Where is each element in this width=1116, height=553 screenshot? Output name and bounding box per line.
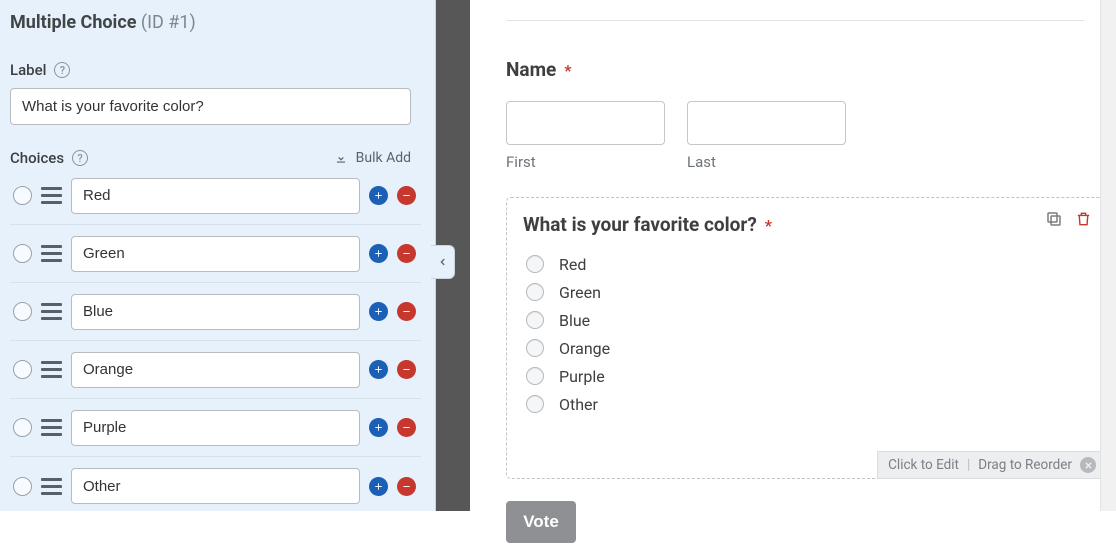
label-heading: Label [10,61,46,79]
option-row[interactable]: Blue [526,306,1090,334]
divider [506,20,1084,21]
drag-handle-icon[interactable] [41,476,62,497]
default-radio[interactable] [13,186,32,205]
option-label: Green [559,283,601,302]
first-sublabel: First [506,153,665,171]
remove-choice-button[interactable] [397,360,416,379]
option-label: Blue [559,311,590,330]
default-radio[interactable] [13,360,32,379]
radio-icon [526,311,544,329]
name-label: Name [506,58,556,81]
close-icon[interactable] [1080,457,1096,473]
radio-icon [526,395,544,413]
choice-row [10,225,421,283]
first-name-input[interactable] [506,101,665,145]
add-choice-button[interactable] [369,477,388,496]
label-heading-row: Label ? [10,61,422,79]
option-row[interactable]: Orange [526,334,1090,362]
radio-icon [526,367,544,385]
add-choice-button[interactable] [369,360,388,379]
drag-handle-icon[interactable] [41,185,62,206]
remove-choice-button[interactable] [397,186,416,205]
bulk-add-button[interactable]: Bulk Add [334,150,411,166]
choice-row [10,167,421,225]
submit-button[interactable]: Vote [506,501,576,543]
add-choice-button[interactable] [369,244,388,263]
option-row[interactable]: Other [526,390,1090,418]
choice-row [10,341,421,399]
help-icon[interactable]: ? [72,150,88,166]
drag-handle-icon[interactable] [41,359,62,380]
remove-choice-button[interactable] [397,418,416,437]
add-choice-button[interactable] [369,186,388,205]
multiple-choice-field[interactable]: What is your favorite color? * Red Green… [506,197,1107,479]
duplicate-icon[interactable] [1045,210,1063,232]
label-input[interactable] [10,88,411,125]
choice-row [10,283,421,341]
trash-icon[interactable] [1075,210,1092,232]
choice-input[interactable] [71,352,360,388]
choice-input[interactable] [71,236,360,272]
remove-choice-button[interactable] [397,244,416,263]
choice-input[interactable] [71,410,360,446]
choice-input[interactable] [71,294,360,330]
default-radio[interactable] [13,244,32,263]
remove-choice-button[interactable] [397,302,416,321]
panel-title-id: (ID #1) [141,12,196,33]
default-radio[interactable] [13,418,32,437]
drag-handle-icon[interactable] [41,301,62,322]
form-preview: Name * First Last What i [470,0,1116,511]
hint-separator: | [967,457,970,473]
add-choice-button[interactable] [369,418,388,437]
field-hint-bar: Click to Edit | Drag to Reorder [877,451,1107,479]
option-label: Orange [559,339,610,358]
option-label: Red [559,255,586,274]
option-label: Other [559,395,598,414]
panel-title: Multiple Choice (ID #1) [10,12,422,33]
choices-heading: Choices [10,149,64,167]
choice-row [10,399,421,457]
choices-header: Choices ? Bulk Add [10,149,411,167]
hint-drag: Drag to Reorder [978,457,1072,473]
remove-choice-button[interactable] [397,477,416,496]
option-row[interactable]: Purple [526,362,1090,390]
choices-list [10,167,422,511]
name-fields: First Last [506,101,1096,171]
last-sublabel: Last [687,153,846,171]
option-row[interactable]: Green [526,278,1090,306]
radio-icon [526,339,544,357]
choice-row [10,457,421,511]
bulk-add-label: Bulk Add [356,150,411,166]
help-icon[interactable]: ? [54,62,70,78]
hint-edit: Click to Edit [888,457,959,473]
choice-input[interactable] [71,178,360,214]
collapse-panel-button[interactable] [431,245,455,279]
radio-icon [526,255,544,273]
choice-input[interactable] [71,468,360,504]
required-mark: * [765,216,772,235]
last-name-input[interactable] [687,101,846,145]
panel-title-main: Multiple Choice [10,12,136,33]
option-label: Purple [559,367,605,386]
field-options-panel: Multiple Choice (ID #1) Label ? Choices … [0,0,436,511]
default-radio[interactable] [13,477,32,496]
required-mark: * [564,61,571,80]
scrollbar-track[interactable] [1100,0,1116,511]
drag-handle-icon[interactable] [41,417,62,438]
add-choice-button[interactable] [369,302,388,321]
option-row[interactable]: Red [526,250,1090,278]
default-radio[interactable] [13,302,32,321]
drag-handle-icon[interactable] [41,243,62,264]
radio-icon [526,283,544,301]
options-list: Red Green Blue Orange Purple Other [526,250,1090,418]
question-label: What is your favorite color? [523,213,757,236]
download-icon [334,151,348,165]
